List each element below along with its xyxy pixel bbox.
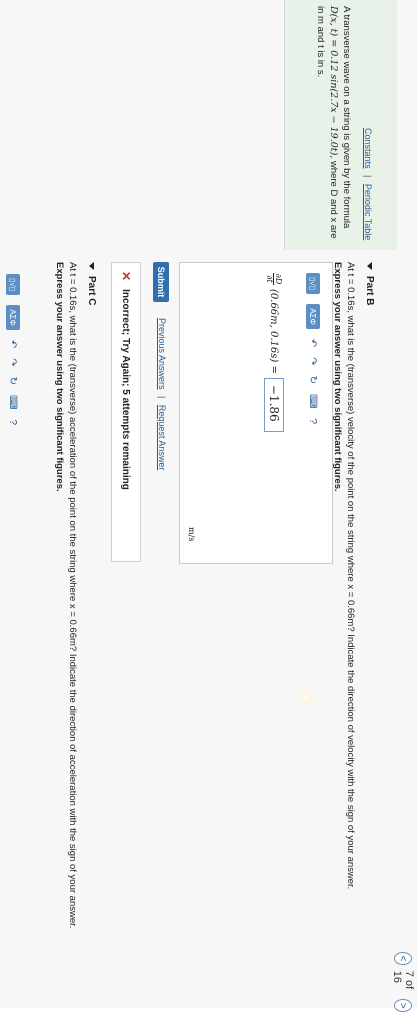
next-question-button[interactable]: > (394, 999, 412, 1012)
feedback-text: Incorrect; Try Again; 5 attempts remaini… (120, 289, 132, 490)
collapse-triangle-icon (367, 262, 373, 270)
greek-symbols-button[interactable]: ΑΣΦ (306, 304, 320, 329)
answer-unit: m/s (187, 527, 196, 542)
problem-intro: A transverse wave on a string is given b… (341, 6, 352, 229)
part-b-answer-box: ▯√▯ ΑΣΦ ↶ ↷ ↻ ⌨ ? ∂D ∂t (0.66m, 0.16s) =… (179, 262, 333, 564)
link-separator: | (363, 175, 373, 178)
keyboard-icon[interactable]: ⌨ (8, 395, 19, 409)
chevron-left-icon: < (397, 955, 409, 962)
redo-icon[interactable]: ↷ (8, 358, 19, 366)
part-b-question: At t = 0.16s, what is the (transverse) v… (345, 262, 356, 890)
collapse-triangle-icon (89, 262, 95, 270)
help-icon[interactable]: ? (8, 419, 19, 425)
answer-link-separator: | (157, 396, 167, 399)
part-c-title: Part C (86, 276, 97, 306)
previous-answers-link[interactable]: Previous Answers (157, 318, 167, 390)
submit-button[interactable]: Submit (153, 262, 169, 302)
part-c-instruction: Express your answer using two significan… (54, 262, 65, 492)
greek-symbols-button[interactable]: ΑΣΦ (6, 305, 20, 330)
periodic-table-link[interactable]: Periodic Table (363, 184, 373, 240)
help-icon[interactable]: ? (308, 418, 319, 424)
feedback-box: ✕ Incorrect; Try Again; 5 attempts remai… (111, 262, 141, 562)
prev-question-button[interactable]: < (394, 952, 412, 965)
partial-denominator: ∂t (265, 275, 275, 283)
question-counter: 7 of 16 (391, 970, 415, 990)
part-c-question: At t = 0.16s, what is the (transverse) a… (67, 262, 78, 929)
undo-icon[interactable]: ↶ (308, 339, 319, 347)
refresh-icon[interactable]: ↻ (8, 377, 19, 385)
answer-equation: ∂D ∂t (0.66m, 0.16s) = −1.86 (264, 273, 284, 432)
undo-icon[interactable]: ↶ (8, 340, 19, 348)
redo-icon[interactable]: ↷ (308, 357, 319, 365)
answer-links: Previous Answers | Request Answer (157, 318, 167, 470)
part-c-math-toolbar: ▯√▯ ΑΣΦ ↶ ↷ ↻ ⌨ ? (4, 274, 22, 554)
constants-links: Constants | Periodic Table (363, 128, 373, 240)
template-button[interactable]: ▯√▯ (306, 273, 320, 295)
pager: < 7 of 16 > (391, 952, 415, 1012)
incorrect-x-icon: ✕ (119, 271, 133, 282)
part-b-title: Part B (364, 276, 375, 306)
part-c-header[interactable]: Part C (86, 262, 97, 305)
request-answer-link[interactable]: Request Answer (157, 405, 167, 471)
screen-glare (299, 690, 313, 704)
refresh-icon[interactable]: ↻ (308, 376, 319, 384)
constants-link[interactable]: Constants (363, 128, 373, 169)
part-b-header[interactable]: Part B (364, 262, 375, 305)
template-button[interactable]: ▯√▯ (6, 274, 20, 296)
partial-numerator: ∂D (274, 273, 284, 285)
keyboard-icon[interactable]: ⌨ (308, 394, 319, 408)
answer-input[interactable]: −1.86 (264, 377, 284, 432)
part-b-question-block: At t = 0.16s, what is the (transverse) v… (331, 262, 357, 1002)
wave-formula: D(x, t) = 0.12 sin(2.7x − 19.0t), (328, 6, 339, 159)
math-toolbar: ▯√▯ ΑΣΦ ↶ ↷ ↻ ⌨ ? (304, 273, 322, 553)
page-rotated: < 7 of 16 > Constants | Periodic Table A… (0, 0, 417, 1012)
partial-derivative: ∂D ∂t (265, 273, 284, 285)
equation-arguments: (0.66m, 0.16s) = (268, 289, 280, 374)
problem-statement: A transverse wave on a string is given b… (314, 6, 353, 242)
part-c-question-block: At t = 0.16s, what is the (transverse) a… (53, 262, 79, 1002)
